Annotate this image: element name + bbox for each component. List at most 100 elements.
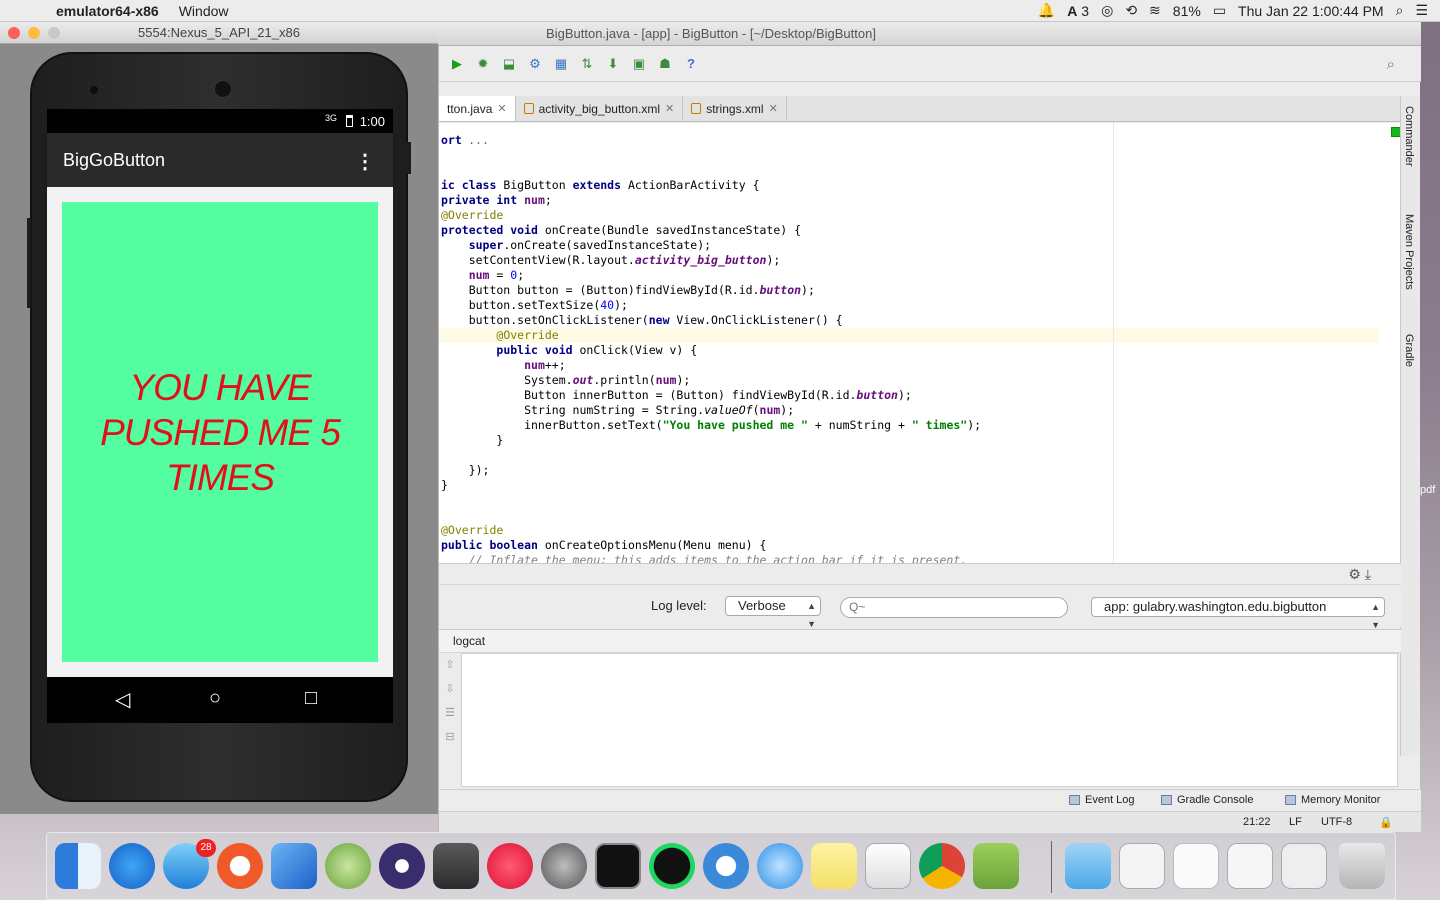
- gradle-console-button[interactable]: Gradle Console: [1161, 794, 1253, 806]
- time-machine-icon[interactable]: ⟲: [1125, 2, 1137, 19]
- tool-maven-projects[interactable]: Maven Projects: [1403, 214, 1415, 290]
- sdk-manager-icon[interactable]: ⚙: [527, 56, 543, 72]
- creative-cloud-icon[interactable]: ◎: [1101, 2, 1113, 19]
- notification-bell-icon[interactable]: 🔔: [1038, 2, 1055, 19]
- code-editor[interactable]: ort ... ic class BigButton extends Actio…: [439, 123, 1401, 563]
- list-menu-icon[interactable]: ☰: [1415, 2, 1428, 19]
- avd-manager-icon[interactable]: ▣: [631, 56, 647, 72]
- sublime-text-icon[interactable]: [433, 843, 479, 889]
- logcat-filters: Log level: Verbose ▲ ▼ Q~ app: gulabry.was…: [439, 585, 1401, 630]
- window-thumbnail-icon[interactable]: [1119, 843, 1165, 889]
- device-screen: 3G 1:00 BigGoButton ⋮ YOU HAVE PUSHED ME…: [47, 109, 393, 723]
- window-thumbnail-icon[interactable]: [1227, 843, 1273, 889]
- app-filter-select[interactable]: app: gulabry.washington.edu.bigbutton ▲ ▼: [1091, 597, 1385, 630]
- battery-percent[interactable]: 81%: [1173, 3, 1201, 19]
- zoom-window-button[interactable]: [48, 27, 60, 39]
- close-icon[interactable]: ✕: [665, 102, 674, 115]
- textedit-icon[interactable]: [865, 843, 911, 889]
- home-icon[interactable]: ○: [209, 687, 221, 710]
- log-level-value: Verbose: [738, 598, 786, 613]
- android-status-bar: 3G 1:00: [47, 109, 393, 133]
- device-monitor-icon[interactable]: ⬇: [605, 56, 621, 72]
- back-icon[interactable]: ◁: [115, 687, 130, 712]
- app-filter-value: app: gulabry.washington.edu.bigbutton: [1104, 599, 1327, 614]
- logcat-search-input[interactable]: Q~: [840, 597, 1068, 618]
- debug-icon[interactable]: ✹: [475, 56, 491, 72]
- tool-gradle[interactable]: Gradle: [1403, 334, 1415, 367]
- memory-monitor-button[interactable]: Memory Monitor: [1285, 794, 1380, 806]
- window-thumbnail-icon[interactable]: [1281, 843, 1327, 889]
- finder-icon[interactable]: [55, 843, 101, 889]
- file-encoding[interactable]: UTF-8: [1321, 816, 1352, 828]
- search-icon: Q~: [849, 600, 866, 614]
- system-preferences-icon[interactable]: [541, 843, 587, 889]
- messages-icon[interactable]: [757, 843, 803, 889]
- recents-icon[interactable]: □: [305, 687, 317, 710]
- terminal-icon[interactable]: [595, 843, 641, 889]
- android-icon[interactable]: ☗: [657, 56, 673, 72]
- sync-gradle-icon[interactable]: ⇅: [579, 56, 595, 72]
- wifi-icon[interactable]: ≋: [1149, 2, 1161, 19]
- lock-icon[interactable]: 🔒: [1379, 816, 1393, 829]
- eclipse-icon[interactable]: [379, 843, 425, 889]
- safari-icon[interactable]: [109, 843, 155, 889]
- clock[interactable]: Thu Jan 22 1:00:44 PM: [1238, 3, 1384, 19]
- spotlight-search-icon[interactable]: ⌕: [1396, 2, 1404, 19]
- soft-wraps-icon[interactable]: ☰: [439, 701, 461, 725]
- arrow-down-icon[interactable]: ⇩: [439, 677, 461, 701]
- desktop-file-label[interactable]: pdf: [1420, 484, 1435, 496]
- close-window-button[interactable]: [8, 27, 20, 39]
- log-level-label: Log level:: [651, 598, 707, 613]
- tab-strings-xml[interactable]: strings.xml ✕: [683, 96, 787, 121]
- tab-label: strings.xml: [706, 101, 764, 116]
- help-icon[interactable]: ?: [683, 56, 699, 72]
- notes-icon[interactable]: [811, 843, 857, 889]
- front-camera: [90, 86, 98, 94]
- logcat-output[interactable]: [461, 653, 1398, 787]
- log-level-select[interactable]: Verbose ▲ ▼: [725, 596, 821, 629]
- battery-icon[interactable]: ▭: [1213, 2, 1226, 19]
- menu-window[interactable]: Window: [179, 3, 229, 19]
- big-push-button[interactable]: YOU HAVE PUSHED ME 5 TIMES: [62, 202, 378, 662]
- close-icon[interactable]: ✕: [497, 102, 506, 115]
- itunes-icon[interactable]: [487, 843, 533, 889]
- xcode-icon[interactable]: [271, 843, 317, 889]
- tab-activity-layout[interactable]: activity_big_button.xml ✕: [516, 96, 684, 121]
- right-tool-rail: Commander Maven Projects Gradle: [1400, 96, 1420, 756]
- document-thumbnail-icon[interactable]: [1173, 843, 1219, 889]
- spotify-icon[interactable]: [649, 843, 695, 889]
- tab-bigbutton-java[interactable]: tton.java ✕: [439, 96, 516, 121]
- ubuntu-icon[interactable]: [217, 843, 263, 889]
- paw-app-icon[interactable]: [703, 843, 749, 889]
- notification-center-item[interactable]: A 3: [1067, 3, 1089, 19]
- ide-toolbar: ▶ ✹ ⬓ ⚙ ▦ ⇅ ⬇ ▣ ☗ ? ⌕: [439, 46, 1421, 82]
- close-icon[interactable]: ✕: [769, 102, 778, 115]
- source-code[interactable]: ort ... ic class BigButton extends Actio…: [441, 133, 981, 563]
- attach-debugger-icon[interactable]: ⬓: [501, 56, 517, 72]
- gear-icon[interactable]: ⚙ ⤓: [1348, 566, 1371, 583]
- folder-icon[interactable]: [1065, 843, 1111, 889]
- line-separator[interactable]: LF: [1289, 816, 1302, 828]
- logcat-header[interactable]: logcat: [439, 629, 1401, 653]
- menu-app-name[interactable]: emulator64-x86: [56, 3, 159, 19]
- arrow-up-icon[interactable]: ⇧: [439, 653, 461, 677]
- search-everywhere-icon[interactable]: ⌕: [1387, 56, 1395, 73]
- overflow-menu-icon[interactable]: ⋮: [355, 149, 375, 174]
- run-icon[interactable]: ▶: [449, 56, 465, 72]
- minimize-window-button[interactable]: [28, 27, 40, 39]
- xml-file-icon: [523, 103, 534, 114]
- project-structure-icon[interactable]: ▦: [553, 56, 569, 72]
- status-bar: 21:22 LF UTF-8 🔒: [439, 811, 1421, 832]
- caret-position[interactable]: 21:22: [1243, 816, 1271, 828]
- chrome-icon[interactable]: [919, 843, 965, 889]
- volume-rocker: [27, 218, 31, 308]
- trash-icon[interactable]: [1339, 843, 1385, 889]
- android-file-transfer-icon[interactable]: [973, 843, 1019, 889]
- memory-icon: [1285, 795, 1296, 805]
- tool-commander[interactable]: Commander: [1403, 106, 1415, 167]
- logcat-side-toolbar: ⇧ ⇩ ☰ ⊟: [439, 653, 461, 787]
- event-log-button[interactable]: Event Log: [1069, 794, 1135, 806]
- memory-monitor-label: Memory Monitor: [1301, 794, 1381, 806]
- android-studio-icon[interactable]: [325, 843, 371, 889]
- clear-log-icon[interactable]: ⊟: [439, 725, 461, 749]
